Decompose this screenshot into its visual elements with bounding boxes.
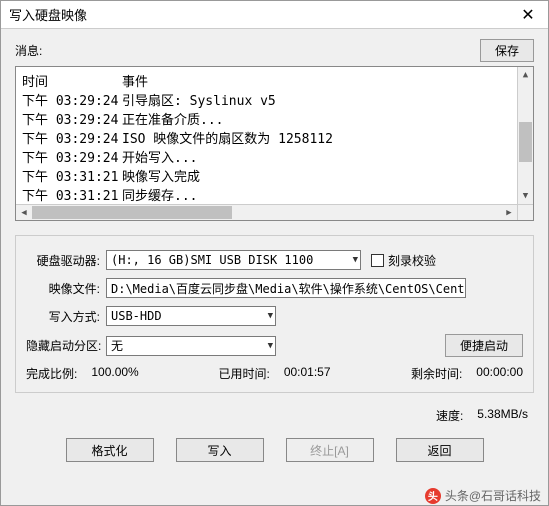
log-listbox[interactable]: 时间 事件 下午 03:29:24引导扇区: Syslinux v5下午 03:…	[15, 66, 534, 221]
speed-row: 速度: 5.38MB/s	[15, 407, 534, 424]
chevron-down-icon: ▼	[350, 255, 358, 265]
percent-label: 完成比例:	[26, 365, 77, 382]
log-row[interactable]: 下午 03:29:24开始写入...	[22, 147, 527, 166]
titlebar: 写入硬盘映像 ✕	[1, 1, 548, 29]
log-row[interactable]: 下午 03:29:24ISO 映像文件的扇区数为 1258112	[22, 128, 527, 147]
hidden-label: 隐藏启动分区:	[26, 337, 106, 354]
toutiao-icon: 头	[425, 488, 441, 504]
close-button[interactable]: ✕	[508, 1, 548, 28]
write-button[interactable]: 写入	[176, 438, 264, 462]
log-time: 下午 03:29:24	[22, 109, 122, 128]
log-row[interactable]: 下午 03:31:21同步缓存...	[22, 185, 527, 204]
message-header-row: 消息: 保存	[15, 39, 534, 62]
elapsed-value: 00:01:57	[284, 365, 331, 382]
hidden-row: 隐藏启动分区: 无 ▼ 便捷启动	[26, 334, 523, 357]
chevron-down-icon: ▼	[265, 311, 273, 321]
remain-value: 00:00:00	[476, 365, 523, 382]
image-value: D:\Media\百度云同步盘\Media\软件\操作系统\CentOS\Cen…	[111, 280, 466, 297]
remain-label: 剩余时间:	[411, 365, 462, 382]
log-time: 下午 03:31:21	[22, 166, 122, 185]
log-row[interactable]: 下午 03:29:24正在准备介质...	[22, 109, 527, 128]
log-header-time: 时间	[22, 71, 122, 90]
format-button[interactable]: 格式化	[66, 438, 154, 462]
speed-value: 5.38MB/s	[477, 407, 528, 424]
horizontal-scrollbar[interactable]: ◀ ▶	[16, 204, 517, 220]
write-mode-select[interactable]: USB-HDD ▼	[106, 306, 276, 326]
percent-value: 100.00%	[91, 365, 138, 382]
hidden-select[interactable]: 无 ▼	[106, 336, 276, 356]
image-row: 映像文件: D:\Media\百度云同步盘\Media\软件\操作系统\Cent…	[26, 278, 523, 298]
write-mode-row: 写入方式: USB-HDD ▼	[26, 306, 523, 326]
vertical-scrollbar[interactable]: ▲ ▼	[517, 67, 533, 204]
close-icon: ✕	[521, 5, 534, 25]
log-header: 时间 事件	[22, 71, 527, 90]
verify-checkbox[interactable]: 刻录校验	[371, 252, 436, 269]
form-area: 硬盘驱动器: (H:, 16 GB)SMI USB DISK 1100 ▼ 刻录…	[15, 235, 534, 393]
log-event: 同步缓存...	[122, 185, 197, 204]
scroll-right-icon[interactable]: ▶	[501, 205, 517, 220]
log-time: 下午 03:29:24	[22, 147, 122, 166]
back-button[interactable]: 返回	[396, 438, 484, 462]
log-header-event: 事件	[122, 71, 148, 90]
save-button[interactable]: 保存	[480, 39, 534, 62]
log-row[interactable]: 下午 03:31:21映像写入完成	[22, 166, 527, 185]
scroll-corner	[517, 204, 533, 220]
watermark-text: 头条@石哥话科技	[445, 487, 541, 504]
dialog-window: 写入硬盘映像 ✕ 消息: 保存 时间 事件 下午 03:29:24引导扇区: S…	[0, 0, 549, 506]
speed-label: 速度:	[436, 407, 463, 424]
write-mode-value: USB-HDD	[111, 309, 162, 323]
drive-value: (H:, 16 GB)SMI USB DISK 1100	[111, 253, 313, 267]
elapsed-label: 已用时间:	[218, 365, 269, 382]
abort-button: 终止[A]	[286, 438, 374, 462]
log-event: 开始写入...	[122, 147, 197, 166]
log-time: 下午 03:31:21	[22, 185, 122, 204]
vscroll-thumb[interactable]	[519, 122, 532, 162]
log-inner: 时间 事件 下午 03:29:24引导扇区: Syslinux v5下午 03:…	[16, 67, 533, 221]
image-label: 映像文件:	[26, 280, 106, 297]
image-path-field[interactable]: D:\Media\百度云同步盘\Media\软件\操作系统\CentOS\Cen…	[106, 278, 466, 298]
verify-label: 刻录校验	[388, 252, 436, 269]
checkbox-box	[371, 254, 384, 267]
stats-row: 完成比例: 100.00% 已用时间: 00:01:57 剩余时间: 00:00…	[26, 365, 523, 382]
scroll-up-icon[interactable]: ▲	[518, 67, 533, 83]
scroll-down-icon[interactable]: ▼	[518, 188, 533, 204]
drive-select[interactable]: (H:, 16 GB)SMI USB DISK 1100 ▼	[106, 250, 361, 270]
watermark: 头 头条@石哥话科技	[425, 487, 541, 504]
message-label: 消息:	[15, 42, 42, 59]
log-event: 映像写入完成	[122, 166, 200, 185]
quick-boot-button[interactable]: 便捷启动	[445, 334, 523, 357]
log-event: 正在准备介质...	[122, 109, 223, 128]
hscroll-thumb[interactable]	[32, 206, 232, 219]
drive-row: 硬盘驱动器: (H:, 16 GB)SMI USB DISK 1100 ▼ 刻录…	[26, 250, 523, 270]
drive-label: 硬盘驱动器:	[26, 252, 106, 269]
button-bar: 格式化 写入 终止[A] 返回	[15, 438, 534, 462]
log-time: 下午 03:29:24	[22, 128, 122, 147]
chevron-down-icon: ▼	[265, 341, 273, 351]
hidden-value: 无	[111, 337, 123, 354]
log-row[interactable]: 下午 03:29:24引导扇区: Syslinux v5	[22, 90, 527, 109]
content-area: 消息: 保存 时间 事件 下午 03:29:24引导扇区: Syslinux v…	[1, 29, 548, 505]
write-mode-label: 写入方式:	[26, 308, 106, 325]
window-title: 写入硬盘映像	[1, 5, 87, 24]
log-event: ISO 映像文件的扇区数为 1258112	[122, 128, 333, 147]
scroll-left-icon[interactable]: ◀	[16, 205, 32, 220]
log-event: 引导扇区: Syslinux v5	[122, 90, 276, 109]
log-time: 下午 03:29:24	[22, 90, 122, 109]
